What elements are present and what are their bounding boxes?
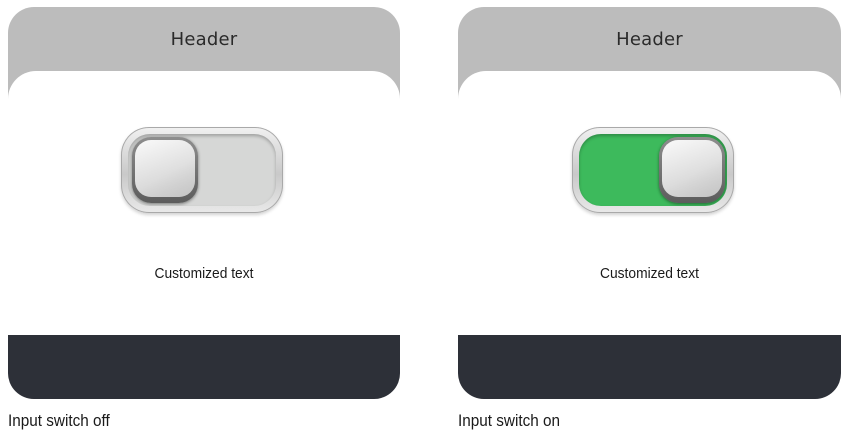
knob-shine [135,156,195,197]
caption-switch-off: Input switch off [8,411,110,430]
knob-face [662,140,722,197]
custom-text: Customized text [600,265,699,282]
card-body: Customized text [458,71,841,343]
switch-knob[interactable] [132,137,198,203]
toggle-switch-on[interactable] [572,127,734,213]
card-header: Header [616,29,683,50]
switch-track [128,134,276,206]
card-header: Header [170,29,238,50]
custom-text: Customized text [154,265,254,282]
toggle-switch-off[interactable] [121,127,283,213]
card-footer [8,335,400,399]
switch-card-on: Header Customized text [458,7,841,399]
switch-card-off: Header Customized text [8,7,400,399]
card-body: Customized text [8,71,400,343]
knob-shine [662,156,722,197]
switch-knob[interactable] [659,137,725,203]
card-footer [458,335,841,399]
caption-switch-on: Input switch on [458,411,561,430]
knob-face [135,140,195,197]
switch-track [579,134,727,206]
